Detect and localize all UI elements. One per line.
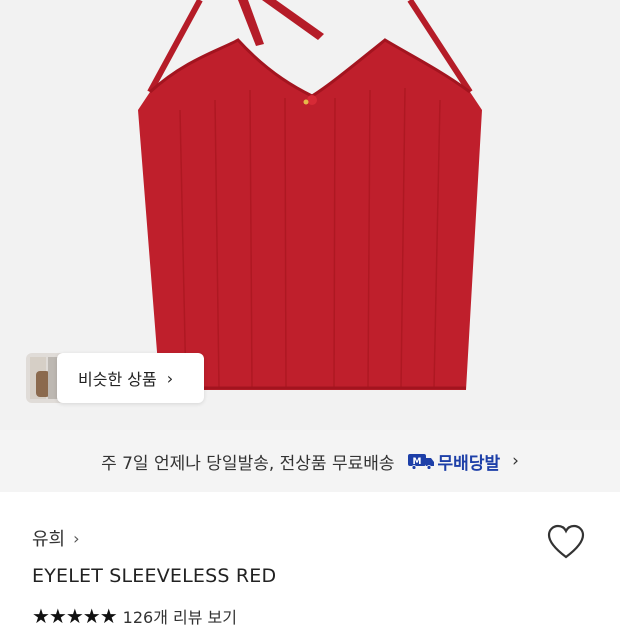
chevron-right-icon: › (73, 528, 80, 548)
free-delivery-logo: M 무배당발 (407, 449, 501, 474)
similar-products-label: 비슷한 상품 (78, 370, 157, 389)
rating-row[interactable]: ★★★★★ 126개 리뷰 보기 (32, 604, 237, 628)
product-image[interactable]: 비슷한 상품 › (0, 0, 620, 430)
brand-link[interactable]: 유희 › (32, 525, 80, 551)
star-rating: ★★★★★ (32, 604, 118, 628)
product-title: EYELET SLEEVELESS RED (32, 565, 277, 587)
shipping-text: 주 7일 언제나 당일발송, 전상품 무료배송 (101, 453, 395, 474)
heart-icon[interactable] (546, 523, 586, 563)
brand-name: 유희 (32, 529, 66, 550)
delivery-truck-m-icon: M (407, 454, 434, 470)
free-delivery-logo-text: 무배당발 (437, 453, 501, 474)
chevron-right-icon: › (512, 451, 519, 471)
review-count-link[interactable]: 126개 리뷰 보기 (123, 604, 237, 628)
shipping-banner[interactable]: 주 7일 언제나 당일발송, 전상품 무료배송 M 무배당발 › (0, 430, 620, 492)
similar-products-pill[interactable]: 비슷한 상품 › (57, 353, 204, 403)
chevron-right-icon: › (166, 368, 174, 388)
